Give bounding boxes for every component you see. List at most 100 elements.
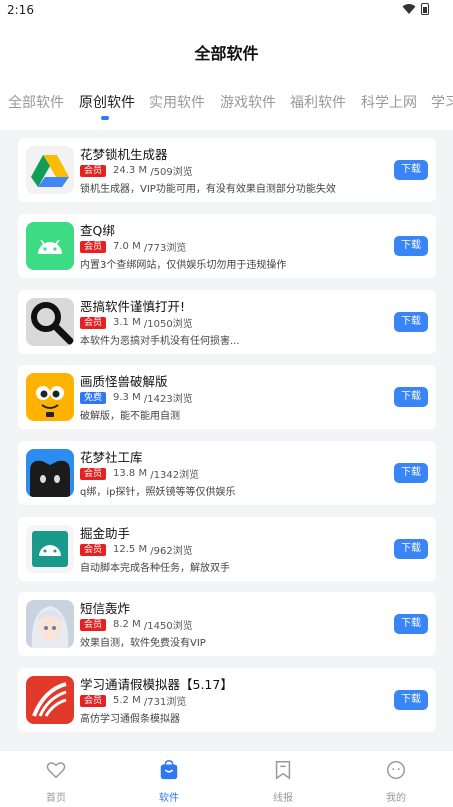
app-views: /1050浏览 <box>143 319 193 330</box>
status-time: 2:16 <box>7 3 34 17</box>
app-card[interactable]: 花梦锁机生成器 会员 24.3 M /509浏览 锁机生成器，VIP功能可用，有… <box>18 138 436 202</box>
anime-avatar-icon <box>26 600 74 648</box>
app-card[interactable]: 画质怪兽破解版 免费 9.3 M /1423浏览 破解版，能不能用自测 下载 <box>18 365 436 429</box>
page-title: 全部软件 <box>194 44 259 63</box>
app-name: 短信轰炸 <box>80 601 131 616</box>
bag-icon <box>160 760 178 780</box>
wifi-icon <box>402 4 416 14</box>
app-card[interactable]: 恶搞软件谨慎打开! 会员 3.1 M /1050浏览 本软件为恶搞对手机没有任何… <box>18 290 436 354</box>
bottom-nav: 首页 软件 线报 我的 <box>0 750 453 807</box>
app-card[interactable]: 查Q绑 会员 7.0 M /773浏览 内置3个查绑网站，仅供娱乐切勿用于违规操… <box>18 214 436 278</box>
app-name: 恶搞软件谨慎打开! <box>80 299 186 314</box>
category-tabs: 全部软件 原创软件 实用软件 游戏软件 福利软件 科学上网 学习 <box>0 82 453 130</box>
status-bar: 2:16 <box>0 0 453 22</box>
nav-label: 我的 <box>386 793 406 804</box>
app-views: /731浏览 <box>143 697 187 708</box>
app-meta: 会员 24.3 M /509浏览 <box>80 163 193 178</box>
vip-badge: 会员 <box>80 467 107 480</box>
app-name: 学习通请假模拟器【5.17】 <box>80 677 233 692</box>
app-meta: 会员 7.0 M /773浏览 <box>80 239 186 254</box>
app-description: 效果自测，软件免费没有VIP <box>80 638 206 649</box>
app-card[interactable]: 掘金助手 会员 12.5 M /962浏览 自动脚本完成各种任务，解放双手 下载 <box>18 517 436 581</box>
smiley-icon <box>387 761 405 779</box>
vip-badge: 会员 <box>80 164 107 177</box>
app-description: 破解版，能不能用自测 <box>80 411 180 422</box>
tab-study[interactable]: 学习 <box>431 92 453 112</box>
monster-icon <box>26 373 74 421</box>
dark-cat-icon <box>26 449 74 497</box>
app-description: 自动脚本完成各种任务，解放双手 <box>80 563 230 574</box>
app-name: 画质怪兽破解版 <box>80 374 168 389</box>
bookmark-icon <box>275 761 291 780</box>
download-button[interactable]: 下载 <box>394 160 428 180</box>
app-card[interactable]: 花梦社工库 会员 13.8 M /1342浏览 q绑，ip探针，照妖镜等等仅供娱… <box>18 441 436 505</box>
download-button[interactable]: 下载 <box>394 690 428 710</box>
vip-badge: 会员 <box>80 618 107 631</box>
app-meta: 免费 9.3 M /1423浏览 <box>80 390 193 405</box>
app-size: 12.5 M <box>113 544 148 555</box>
app-description: 高仿学习通假条模拟器 <box>80 714 180 725</box>
title-bar: 全部软件 <box>0 22 453 82</box>
app-views: /1423浏览 <box>143 394 193 405</box>
app-meta: 会员 8.2 M /1450浏览 <box>80 617 193 632</box>
app-meta: 会员 13.8 M /1342浏览 <box>80 466 199 481</box>
download-button[interactable]: 下载 <box>394 614 428 634</box>
download-button[interactable]: 下载 <box>394 387 428 407</box>
nav-software[interactable]: 软件 <box>139 759 199 804</box>
app-meta: 会员 5.2 M /731浏览 <box>80 693 186 708</box>
download-button[interactable]: 下载 <box>394 539 428 559</box>
battery-icon <box>421 3 429 15</box>
vip-badge: 会员 <box>80 316 107 329</box>
tab-all[interactable]: 全部软件 <box>8 92 64 112</box>
app-card[interactable]: 学习通请假模拟器【5.17】 会员 5.2 M /731浏览 高仿学习通假条模拟… <box>18 668 436 732</box>
android-grid-icon <box>26 525 74 573</box>
download-button[interactable]: 下载 <box>394 236 428 256</box>
app-name: 查Q绑 <box>80 223 115 238</box>
app-description: q绑，ip探针，照妖镜等等仅供娱乐 <box>80 487 236 498</box>
vip-badge: 会员 <box>80 694 107 707</box>
app-card[interactable]: 短信轰炸 会员 8.2 M /1450浏览 效果自测，软件免费没有VIP 下载 <box>18 592 436 656</box>
app-size: 8.2 M <box>113 619 141 630</box>
nav-label: 首页 <box>46 793 66 804</box>
google-drive-icon <box>26 146 74 194</box>
tab-games[interactable]: 游戏软件 <box>220 92 276 112</box>
tab-original[interactable]: 原创软件 <box>79 92 135 112</box>
download-button[interactable]: 下载 <box>394 463 428 483</box>
magnifier-icon <box>26 298 74 346</box>
vip-badge: 会员 <box>80 240 107 253</box>
tab-vpn[interactable]: 科学上网 <box>361 92 417 112</box>
app-size: 13.8 M <box>113 468 148 479</box>
app-description: 锁机生成器，VIP功能可用，有没有效果自测部分功能失效 <box>80 184 336 195</box>
app-views: /509浏览 <box>150 167 193 178</box>
app-views: /962浏览 <box>150 546 193 557</box>
vip-badge: 会员 <box>80 543 107 556</box>
xuexitong-icon <box>26 676 74 724</box>
app-name: 花梦社工库 <box>80 450 143 465</box>
app-description: 内置3个查绑网站，仅供娱乐切勿用于违规操作 <box>80 260 287 271</box>
app-name: 掘金助手 <box>80 526 131 541</box>
free-badge: 免费 <box>80 391 107 404</box>
app-size: 7.0 M <box>113 241 141 252</box>
app-list: 花梦锁机生成器 会员 24.3 M /509浏览 锁机生成器，VIP功能可用，有… <box>0 130 453 750</box>
nav-label: 软件 <box>159 793 179 804</box>
heart-icon <box>46 762 66 779</box>
app-views: /1342浏览 <box>150 470 200 481</box>
app-description: 本软件为恶搞对手机没有任何损害... <box>80 336 240 347</box>
app-meta: 会员 3.1 M /1050浏览 <box>80 315 193 330</box>
app-meta: 会员 12.5 M /962浏览 <box>80 542 193 557</box>
app-name: 花梦锁机生成器 <box>80 147 168 162</box>
app-size: 5.2 M <box>113 695 141 706</box>
app-size: 9.3 M <box>113 392 141 403</box>
android-icon <box>26 222 74 270</box>
nav-home[interactable]: 首页 <box>26 759 86 804</box>
active-tab-indicator <box>101 116 109 120</box>
app-views: /773浏览 <box>143 243 187 254</box>
app-size: 24.3 M <box>113 165 148 176</box>
nav-label: 线报 <box>273 793 293 804</box>
app-size: 3.1 M <box>113 317 141 328</box>
tab-utility[interactable]: 实用软件 <box>149 92 205 112</box>
tab-welfare[interactable]: 福利软件 <box>290 92 346 112</box>
nav-news[interactable]: 线报 <box>253 759 313 804</box>
nav-me[interactable]: 我的 <box>366 759 426 804</box>
download-button[interactable]: 下载 <box>394 312 428 332</box>
